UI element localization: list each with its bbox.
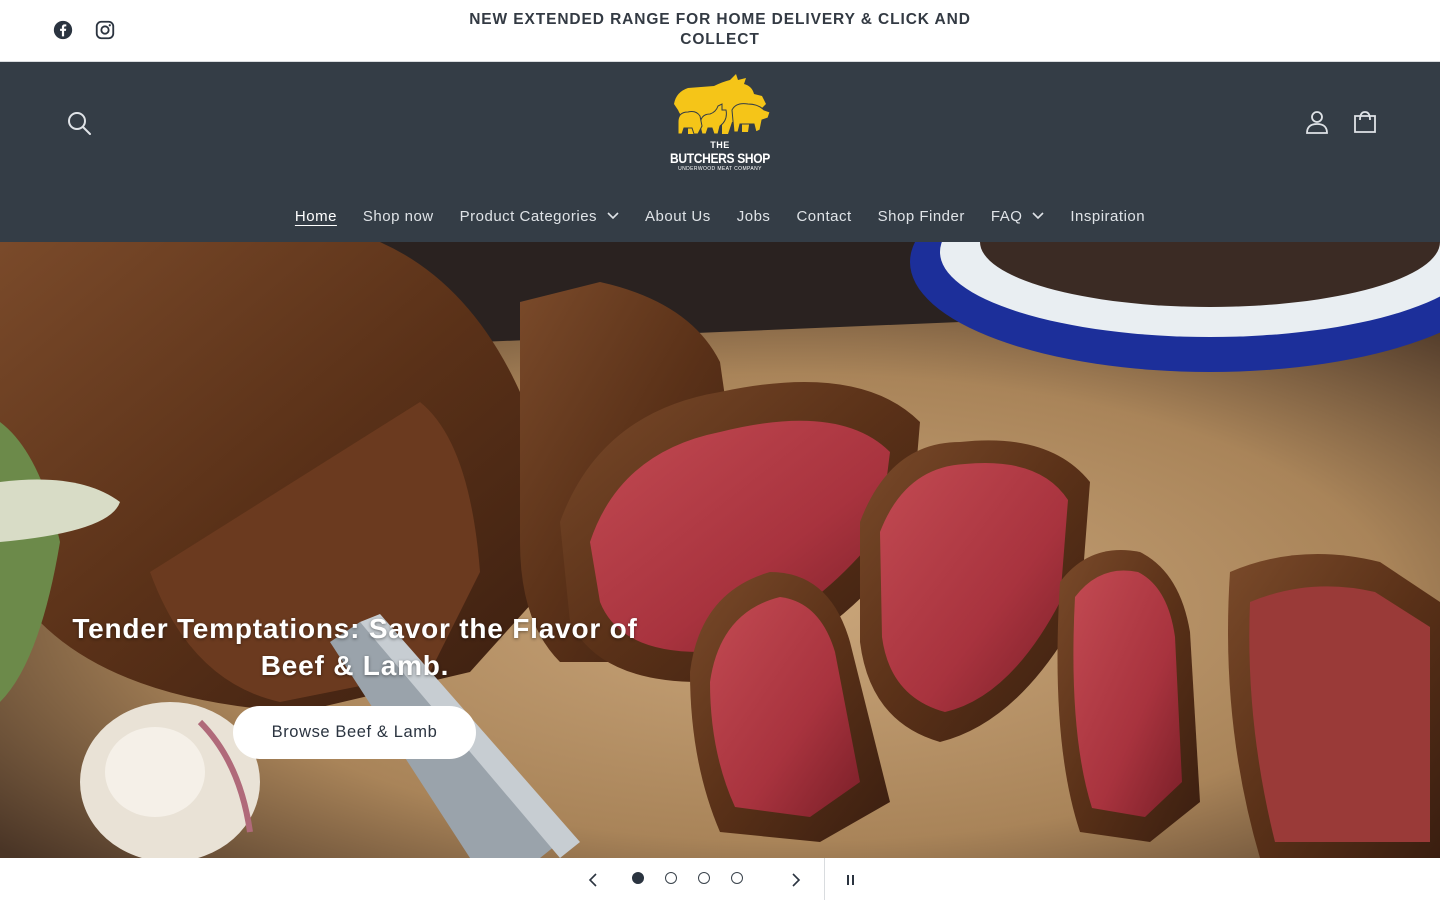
logo-wordmark: THE BUTCHERS SHOP UNDERWOOD MEAT COMPANY bbox=[640, 140, 800, 173]
instagram-icon bbox=[95, 20, 115, 40]
slide-dots bbox=[632, 872, 743, 884]
browse-beef-lamb-button[interactable]: Browse Beef & Lamb bbox=[233, 706, 476, 759]
slide-dot-4[interactable] bbox=[731, 872, 743, 884]
account-icon[interactable] bbox=[1303, 108, 1331, 136]
nav-item-faq[interactable]: FAQ bbox=[978, 208, 1058, 225]
announcement-text: NEW EXTENDED RANGE FOR HOME DELIVERY & C… bbox=[469, 11, 971, 48]
nav-label: Home bbox=[294, 207, 337, 225]
slide-dot-2[interactable] bbox=[665, 872, 677, 884]
main-nav: Home Shop now Product Categories About U… bbox=[0, 194, 1440, 238]
nav-label: Product Categories bbox=[459, 207, 598, 225]
hero-image bbox=[0, 242, 1440, 858]
chevron-left-icon[interactable] bbox=[580, 868, 606, 892]
nav-item-shop-now[interactable]: Shop now bbox=[350, 208, 447, 225]
slider-controls bbox=[0, 858, 1440, 900]
search-icon[interactable] bbox=[65, 109, 93, 137]
logo-line-3: UNDERWOOD MEAT COMPANY bbox=[678, 166, 762, 172]
facebook-link[interactable] bbox=[52, 19, 74, 41]
logo-line-1: THE bbox=[710, 140, 730, 150]
nav-item-about-us[interactable]: About Us bbox=[632, 208, 724, 225]
nav-label: Contact bbox=[796, 207, 852, 225]
chevron-right-icon[interactable] bbox=[783, 868, 809, 892]
slide-dot-1[interactable] bbox=[632, 872, 644, 884]
cart-icon[interactable] bbox=[1351, 108, 1379, 136]
nav-label: Shop Finder bbox=[877, 207, 965, 225]
hero-slideshow: Tender Temptations: Savor the Flavor of … bbox=[0, 242, 1440, 858]
nav-item-inspiration[interactable]: Inspiration bbox=[1057, 208, 1158, 225]
nav-label: FAQ bbox=[990, 207, 1023, 225]
slide-dot-3[interactable] bbox=[698, 872, 710, 884]
pause-icon[interactable] bbox=[838, 868, 864, 892]
nav-item-shop-finder[interactable]: Shop Finder bbox=[865, 208, 978, 225]
nav-item-contact[interactable]: Contact bbox=[783, 208, 864, 225]
nav-item-jobs[interactable]: Jobs bbox=[724, 208, 784, 225]
nav-label: Jobs bbox=[736, 207, 771, 225]
site-header: THE BUTCHERS SHOP UNDERWOOD MEAT COMPANY… bbox=[0, 62, 1440, 242]
nav-label: About Us bbox=[645, 207, 711, 225]
announcement-bar: NEW EXTENDED RANGE FOR HOME DELIVERY & C… bbox=[0, 0, 1440, 62]
social-links bbox=[52, 19, 116, 41]
hero-heading: Tender Temptations: Savor the Flavor of … bbox=[72, 613, 638, 681]
facebook-icon bbox=[53, 20, 73, 40]
chevron-down-icon bbox=[607, 212, 619, 220]
instagram-link[interactable] bbox=[94, 19, 116, 41]
chevron-down-icon bbox=[1032, 212, 1044, 220]
nav-item-home[interactable]: Home bbox=[282, 208, 350, 225]
nav-item-product-categories[interactable]: Product Categories bbox=[447, 208, 632, 225]
nav-label: Inspiration bbox=[1070, 207, 1146, 225]
controls-divider bbox=[824, 858, 825, 900]
logo-line-2: BUTCHERS SHOP bbox=[670, 150, 770, 166]
nav-label: Shop now bbox=[362, 207, 434, 225]
